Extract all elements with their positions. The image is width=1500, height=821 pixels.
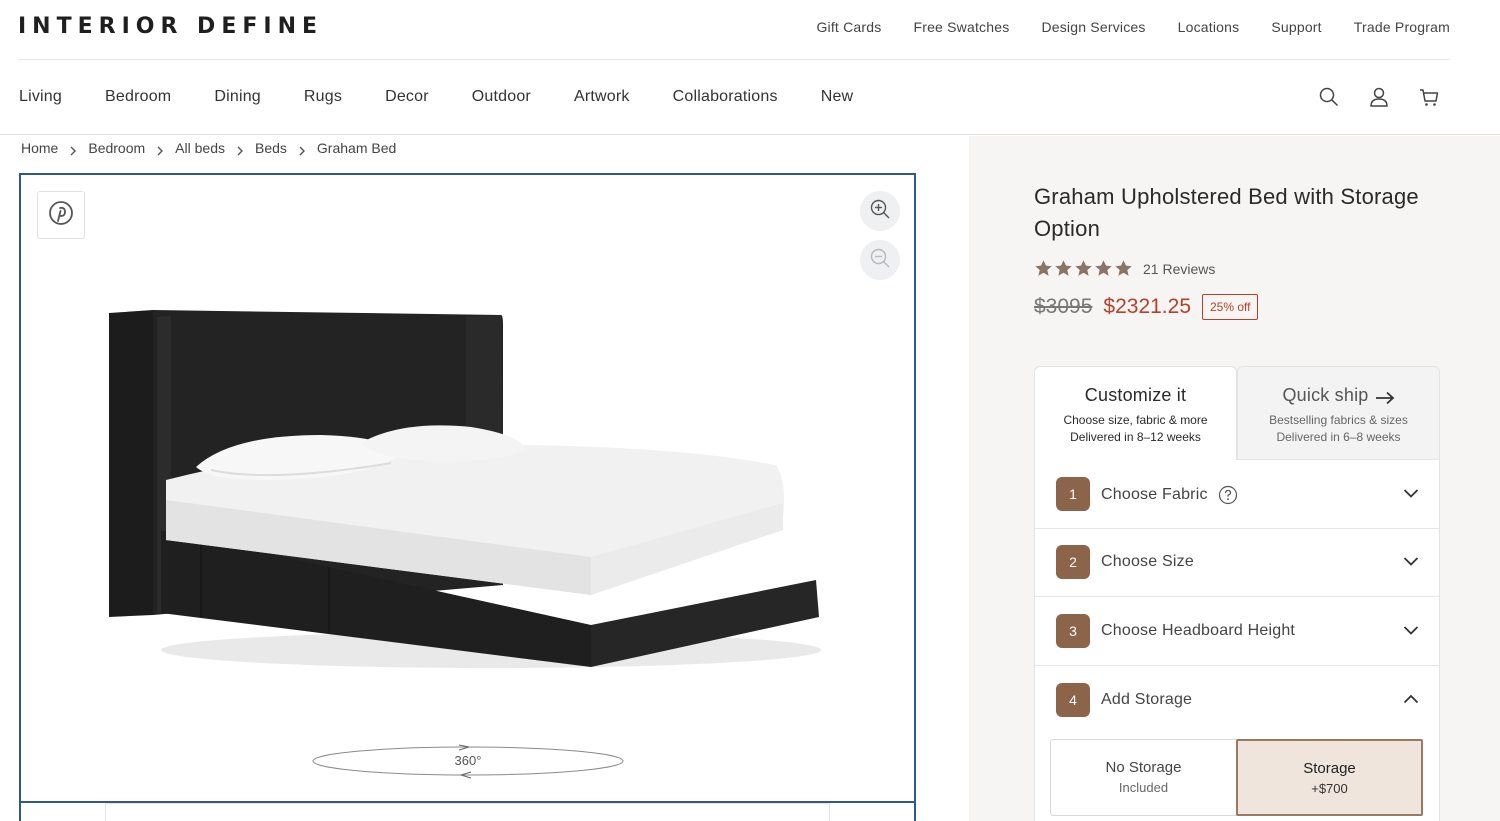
chevron-right-icon xyxy=(69,143,77,156)
nav-rugs[interactable]: Rugs xyxy=(304,88,342,106)
brand-logo[interactable]: INTERIOR DEFINE xyxy=(18,14,323,39)
option-label: No Storage xyxy=(1105,759,1182,776)
step-label: Add Storage xyxy=(1101,691,1193,708)
product-image-viewer[interactable]: 360° xyxy=(19,173,916,803)
reviews-link[interactable]: 21 Reviews xyxy=(1143,261,1215,277)
step-add-storage[interactable]: 4 Add Storage xyxy=(1035,666,1439,735)
pinterest-icon xyxy=(48,200,74,231)
star-icon xyxy=(1035,260,1052,276)
design-services-link[interactable]: Design Services xyxy=(1041,19,1145,35)
price-block: $3095 $2321.25 25% off xyxy=(1034,294,1259,320)
nav-bedroom[interactable]: Bedroom xyxy=(105,88,171,106)
storage-options: No Storage Included Storage +$700 xyxy=(1050,739,1424,816)
chevron-right-icon xyxy=(298,143,306,156)
zoom-out-button[interactable] xyxy=(860,240,900,280)
product-rating[interactable]: 21 Reviews xyxy=(1034,259,1215,278)
rotate-360-control[interactable]: 360° xyxy=(311,741,625,781)
help-circle-icon[interactable] xyxy=(1218,485,1238,505)
zoom-in-button[interactable] xyxy=(860,191,900,231)
star-icon xyxy=(1055,260,1072,276)
tab-quick-ship[interactable]: Quick ship Bestselling fabrics & sizes D… xyxy=(1237,366,1440,460)
star-icon xyxy=(1115,260,1132,276)
utility-links: Gift Cards Free Swatches Design Services… xyxy=(816,19,1450,35)
breadcrumb-beds[interactable]: Beds xyxy=(255,140,287,156)
cart-icon[interactable] xyxy=(1418,86,1440,108)
nav-dining[interactable]: Dining xyxy=(214,88,261,106)
nav-outdoor[interactable]: Outdoor xyxy=(472,88,531,106)
locations-link[interactable]: Locations xyxy=(1178,19,1240,35)
chevron-up-icon xyxy=(1403,694,1419,704)
free-swatches-link[interactable]: Free Swatches xyxy=(913,19,1009,35)
chevron-down-icon xyxy=(1403,489,1419,498)
account-icon[interactable] xyxy=(1368,86,1390,108)
main-nav: Living Bedroom Dining Rugs Decor Outdoor… xyxy=(0,60,1500,135)
step-label: Choose Headboard Height xyxy=(1101,622,1296,639)
nav-artwork[interactable]: Artwork xyxy=(574,88,630,106)
tab-customize[interactable]: Customize it Choose size, fabric & more … xyxy=(1034,366,1237,461)
step-choose-fabric[interactable]: 1 Choose Fabric xyxy=(1035,460,1439,529)
star-rating xyxy=(1034,259,1133,278)
step-number-badge: 3 xyxy=(1056,614,1090,648)
no-storage-option[interactable]: No Storage Included xyxy=(1050,739,1237,816)
original-price: $3095 xyxy=(1034,295,1093,318)
chevron-down-icon xyxy=(1403,626,1419,635)
purchase-mode-tabs: Customize it Choose size, fabric & more … xyxy=(1034,366,1440,461)
tab-customize-title: Customize it xyxy=(1084,385,1187,405)
zoom-in-icon xyxy=(869,198,891,225)
arrow-right-icon xyxy=(1375,389,1395,405)
tab-quick-ship-title: Quick ship xyxy=(1282,385,1369,405)
trade-program-link[interactable]: Trade Program xyxy=(1354,19,1450,35)
thumbnail-track[interactable] xyxy=(105,803,830,821)
nav-new[interactable]: New xyxy=(821,88,854,106)
step-number-badge: 2 xyxy=(1056,545,1090,579)
breadcrumb-bedroom[interactable]: Bedroom xyxy=(88,140,145,156)
search-icon[interactable] xyxy=(1318,86,1340,108)
tab-quick-ship-line1: Bestselling fabrics & sizes xyxy=(1269,413,1408,427)
support-link[interactable]: Support xyxy=(1271,19,1321,35)
step-label: Choose Fabric xyxy=(1101,486,1208,503)
bed-product-image xyxy=(71,295,831,685)
chevron-right-icon xyxy=(156,143,164,156)
chevron-down-icon xyxy=(1403,557,1419,566)
product-title: Graham Upholstered Bed with Storage Opti… xyxy=(1034,184,1419,241)
step-number-badge: 1 xyxy=(1056,477,1090,511)
option-label: Storage xyxy=(1303,760,1356,777)
pinterest-button[interactable] xyxy=(37,191,85,239)
nav-collaborations[interactable]: Collaborations xyxy=(673,88,778,106)
top-bar: INTERIOR DEFINE Gift Cards Free Swatches… xyxy=(0,0,1500,60)
star-icon xyxy=(1075,260,1092,276)
tab-customize-line1: Choose size, fabric & more xyxy=(1063,413,1208,427)
step-choose-size[interactable]: 2 Choose Size xyxy=(1035,528,1439,597)
nav-living[interactable]: Living xyxy=(19,88,62,106)
discount-badge: 25% off xyxy=(1202,294,1259,320)
zoom-out-icon xyxy=(869,247,891,274)
step-number-badge: 4 xyxy=(1056,683,1090,717)
gift-cards-link[interactable]: Gift Cards xyxy=(816,19,881,35)
rotate-360-label: 360° xyxy=(454,753,482,768)
breadcrumb-home[interactable]: Home xyxy=(21,140,58,156)
option-price: Included xyxy=(1118,780,1169,795)
breadcrumb-current: Graham Bed xyxy=(316,140,397,156)
tab-customize-line2: Delivered in 8–12 weeks xyxy=(1070,430,1201,444)
breadcrumb-all-beds[interactable]: All beds xyxy=(175,140,225,156)
storage-option-selected[interactable]: Storage +$700 xyxy=(1236,739,1423,816)
step-label: Choose Size xyxy=(1101,553,1194,570)
thumbnail-strip xyxy=(19,803,916,821)
breadcrumb: Home Bedroom All beds Beds Graham Bed xyxy=(21,140,396,156)
star-icon xyxy=(1095,260,1112,276)
nav-decor[interactable]: Decor xyxy=(385,88,429,106)
tab-quick-ship-line2: Delivered in 6–8 weeks xyxy=(1276,430,1401,444)
option-price: +$700 xyxy=(1311,781,1348,796)
chevron-right-icon xyxy=(236,143,244,156)
sale-price: $2321.25 xyxy=(1103,295,1191,318)
step-choose-headboard-height[interactable]: 3 Choose Headboard Height xyxy=(1035,597,1439,666)
configurator-accordion: 1 Choose Fabric 2 Choose Size 3 Choose H… xyxy=(1034,460,1440,821)
